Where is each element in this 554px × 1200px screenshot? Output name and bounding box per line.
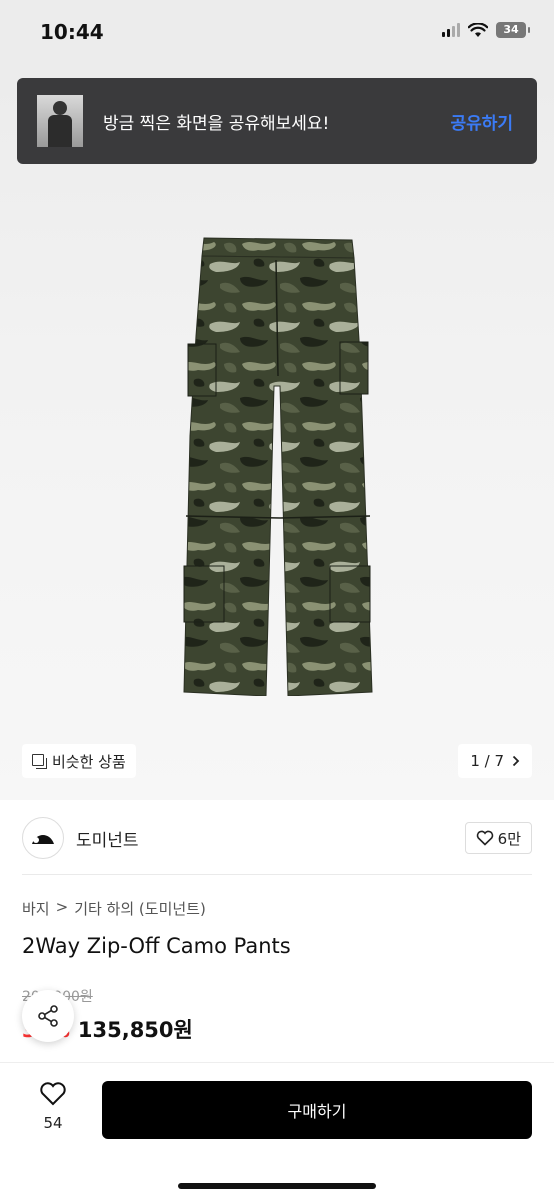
product-image bbox=[183, 237, 373, 696]
image-pager-label: 1 / 7 bbox=[470, 752, 504, 770]
buy-button[interactable]: 구매하기 bbox=[102, 1081, 532, 1139]
chevron-right-icon bbox=[512, 755, 520, 767]
similar-products-button[interactable]: 비슷한 상품 bbox=[22, 744, 136, 778]
breadcrumb-subcategory[interactable]: 기타 하의 (도미넌트) bbox=[74, 898, 206, 919]
brand-like-count: 6만 bbox=[497, 829, 521, 848]
similar-products-label: 비슷한 상품 bbox=[52, 752, 126, 771]
toast-message: 방금 찍은 화면을 공유해보세요! bbox=[103, 113, 330, 134]
heart-icon bbox=[476, 830, 493, 846]
wish-count: 54 bbox=[43, 1114, 63, 1132]
brand-logo bbox=[22, 817, 64, 859]
sale-price: 135,850원 bbox=[77, 1018, 193, 1042]
bottom-action-bar: 54 구매하기 bbox=[0, 1062, 554, 1200]
product-title: 2Way Zip-Off Camo Pants bbox=[22, 934, 291, 958]
heart-icon bbox=[40, 1082, 66, 1106]
share-icon bbox=[38, 1005, 58, 1027]
similar-products-icon bbox=[32, 754, 47, 769]
status-bar: 10:44 34 bbox=[0, 0, 554, 70]
brand-logo-icon bbox=[32, 835, 54, 844]
image-pager[interactable]: 1 / 7 bbox=[458, 744, 532, 778]
breadcrumb-category[interactable]: 바지 bbox=[22, 898, 50, 919]
brand-name[interactable]: 도미넌트 bbox=[76, 826, 465, 851]
screenshot-share-toast[interactable]: 방금 찍은 화면을 공유해보세요! 공유하기 bbox=[17, 78, 537, 164]
brand-row[interactable]: 도미넌트 6만 bbox=[22, 816, 532, 860]
share-button[interactable] bbox=[22, 990, 74, 1042]
cellular-signal-icon bbox=[442, 23, 460, 37]
status-icons: 34 bbox=[442, 22, 530, 38]
home-indicator[interactable] bbox=[178, 1183, 376, 1189]
toast-share-button[interactable]: 공유하기 bbox=[450, 109, 513, 134]
status-time: 10:44 bbox=[40, 20, 104, 44]
divider bbox=[22, 874, 532, 875]
wifi-icon bbox=[468, 22, 488, 37]
breadcrumb-separator: > bbox=[55, 898, 69, 916]
battery-icon: 34 bbox=[496, 22, 530, 38]
wish-button[interactable]: 54 bbox=[30, 1081, 76, 1132]
screenshot-thumbnail bbox=[37, 95, 83, 147]
brand-like-button[interactable]: 6만 bbox=[464, 822, 532, 854]
breadcrumb: 바지 > 기타 하의 (도미넌트) bbox=[22, 898, 206, 919]
